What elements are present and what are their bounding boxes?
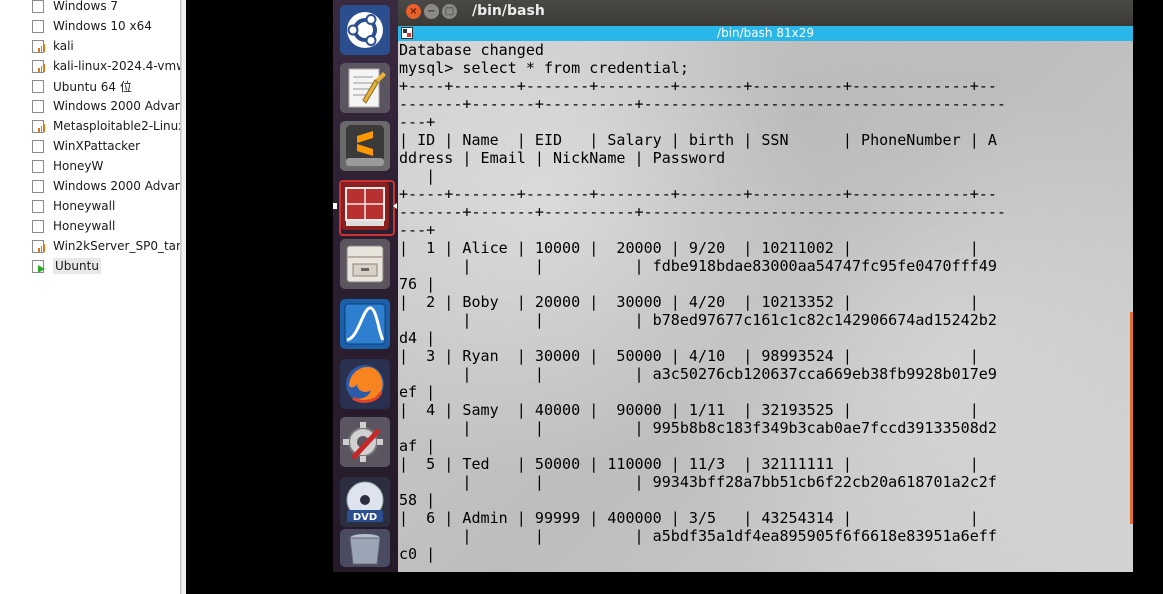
terminal-area[interactable]: Database changed mysql> select * from cr… <box>398 41 1133 572</box>
vm-list-item-label: WinXPattacker <box>53 139 141 153</box>
unity-launcher: DVD <box>333 0 398 572</box>
vm-list-item-label: Honeywall <box>53 219 116 233</box>
sublime-text-icon[interactable] <box>339 120 391 172</box>
maximize-button[interactable]: □ <box>442 4 457 19</box>
close-icon: × <box>409 5 418 17</box>
dvd-icon[interactable]: DVD <box>339 476 391 528</box>
vm-list-item[interactable]: Honeywall <box>31 196 180 216</box>
vm-list-item[interactable]: Windows 7 <box>31 0 180 16</box>
wireshark-icon[interactable] <box>339 298 391 350</box>
svg-text:DVD: DVD <box>353 512 377 523</box>
panel-splitter[interactable] <box>181 0 186 594</box>
vm-off-icon <box>31 159 45 173</box>
vm-list-item[interactable]: Metasploitable2-Linux <box>31 116 181 136</box>
minimize-button[interactable]: − <box>424 4 439 19</box>
minimize-icon: − <box>427 5 436 17</box>
vm-suspended-icon <box>31 39 46 53</box>
vm-off-icon <box>31 139 45 153</box>
system-settings-icon[interactable] <box>339 416 391 468</box>
vm-list-item-label: HoneyW <box>53 159 104 173</box>
vm-list-item[interactable]: WinXPattacker <box>31 136 180 156</box>
vm-off-icon <box>31 79 45 93</box>
vm-list-item-label: kali-linux-2024.4-vmw <box>53 59 181 73</box>
vm-list-item-label: Win2kServer_SP0_targ <box>53 239 181 253</box>
vm-list-item[interactable]: Ubuntu <box>31 256 180 276</box>
ubuntu-logo-icon[interactable] <box>339 4 391 56</box>
vm-off-icon <box>31 179 45 193</box>
vm-list-item-label: Windows 10 x64 <box>53 19 152 33</box>
scrollbar-indicator[interactable] <box>1130 312 1133 524</box>
vm-list-item[interactable]: Windows 2000 Advan <box>31 176 181 196</box>
vm-list-item-label: Windows 2000 Advan <box>53 179 181 193</box>
vm-off-icon <box>31 199 45 213</box>
vm-list-item[interactable]: Windows 2000 Advan <box>31 96 181 116</box>
vm-list-item-label: Honeywall <box>53 199 116 213</box>
terminal-icon[interactable] <box>339 180 395 236</box>
window-title: /bin/bash <box>472 3 545 19</box>
vm-suspended-icon <box>31 59 46 73</box>
vm-list-item-label: kali <box>53 39 74 53</box>
terminal-output: Database changed mysql> select * from cr… <box>399 41 1006 563</box>
running-indicator-right <box>393 203 397 209</box>
vm-list-item[interactable]: HoneyW <box>31 156 180 176</box>
vm-library-panel: Windows 7 Windows 10 x64 kali kali-linux-20… <box>0 0 181 594</box>
vm-list-item[interactable]: Honeywall <box>31 216 180 236</box>
terminal-tab-title: /bin/bash 81x29 <box>717 26 814 40</box>
maximize-icon: □ <box>444 5 455 17</box>
trash-icon[interactable] <box>339 528 391 568</box>
vm-list-item-label: Metasploitable2-Linux <box>53 119 181 133</box>
vm-off-icon <box>31 0 45 13</box>
vm-list-item-label: Windows 2000 Advan <box>53 99 181 113</box>
vm-suspended-icon <box>31 239 46 253</box>
vm-list-item-label: Ubuntu <box>53 258 101 274</box>
close-button[interactable]: × <box>406 4 421 19</box>
vm-list-item[interactable]: Ubuntu 64 位 <box>31 76 180 96</box>
vm-off-icon <box>31 99 45 113</box>
terminal-tab-bar[interactable]: /bin/bash 81x29 <box>398 26 1133 41</box>
vm-suspended-icon <box>31 119 46 133</box>
vm-list-item-label: Windows 7 <box>53 0 119 13</box>
vm-list-item-label: Ubuntu 64 位 <box>53 79 132 94</box>
vm-off-icon <box>31 19 45 33</box>
vm-running-icon <box>31 259 45 273</box>
firefox-icon[interactable] <box>339 358 391 410</box>
vm-list-item[interactable]: Windows 10 x64 <box>31 16 180 36</box>
vm-list-item[interactable]: Win2kServer_SP0_targ <box>31 236 181 256</box>
vm-off-icon <box>31 219 45 233</box>
text-editor-icon[interactable] <box>339 62 391 114</box>
vm-list-item[interactable]: kali-linux-2024.4-vmw <box>31 56 181 76</box>
file-manager-icon[interactable] <box>339 238 391 290</box>
vm-list-item[interactable]: kali <box>31 36 180 56</box>
running-indicator-left <box>333 203 337 209</box>
